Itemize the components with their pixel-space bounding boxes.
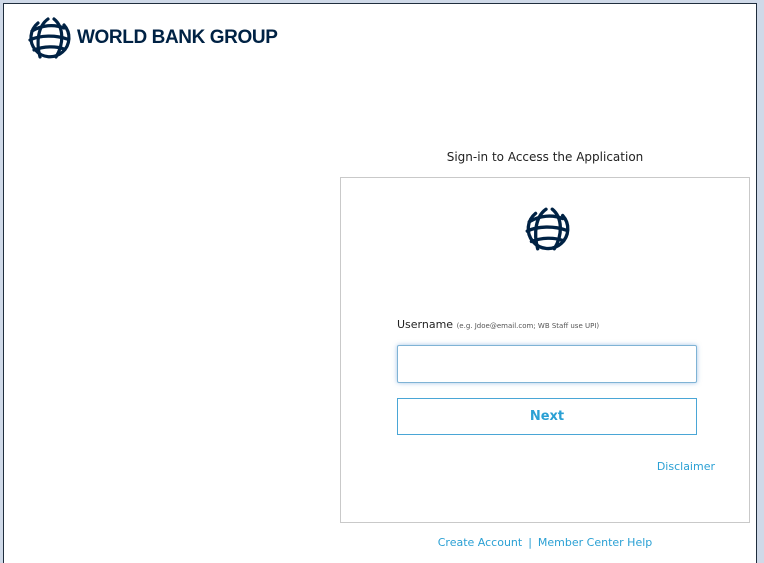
footer-links: Create Account | Member Center Help [340, 536, 750, 549]
username-hint: (e.g. Jdoe@email.com; WB Staff use UPI) [456, 322, 600, 330]
member-center-help-link[interactable]: Member Center Help [538, 536, 652, 549]
next-button[interactable]: Next [397, 398, 697, 435]
page-frame: WORLD BANK GROUP Sign-in to Access the A… [3, 3, 757, 563]
username-input[interactable] [397, 345, 697, 383]
signin-card: Username (e.g. Jdoe@email.com; WB Staff … [340, 177, 750, 523]
disclaimer-link[interactable]: Disclaimer [657, 460, 715, 473]
username-label: Username (e.g. Jdoe@email.com; WB Staff … [397, 318, 599, 331]
signin-heading: Sign-in to Access the Application [446, 150, 644, 164]
username-label-text: Username [397, 318, 454, 331]
brand-header[interactable]: WORLD BANK GROUP [24, 14, 278, 62]
brand-name: WORLD BANK GROUP [77, 27, 278, 48]
footer-separator: | [528, 536, 532, 549]
world-bank-globe-icon [28, 17, 71, 59]
create-account-link[interactable]: Create Account [438, 536, 522, 549]
world-bank-globe-icon [525, 207, 570, 251]
